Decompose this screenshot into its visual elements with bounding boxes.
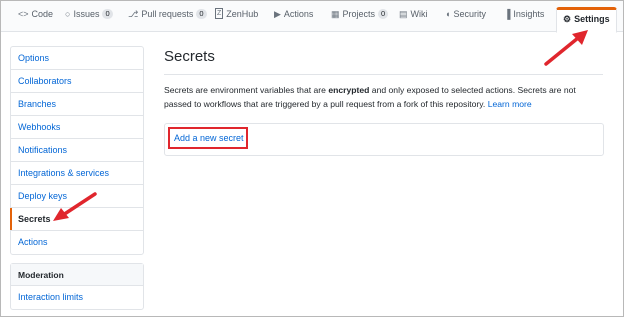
tab-zenhub[interactable]: Z ZenHub: [215, 8, 258, 32]
secrets-description: Secrets are environment variables that a…: [164, 83, 604, 111]
tab-actions[interactable]: ▶ Actions: [274, 8, 313, 32]
tab-zenhub-label: ZenHub: [226, 9, 259, 19]
tab-insights-label: Insights: [513, 9, 545, 19]
settings-sidebar: Options Collaborators Branches Webhooks …: [10, 46, 144, 255]
tab-wiki[interactable]: ▤ Wiki: [399, 8, 428, 32]
issues-icon: ○: [65, 9, 71, 19]
learn-more-link[interactable]: Learn more: [488, 99, 532, 109]
tab-wiki-label: Wiki: [410, 9, 428, 19]
desc-text-1: Secrets are environment variables that a…: [164, 85, 329, 95]
sidebar-item-integrations[interactable]: Integrations & services: [11, 162, 143, 185]
moderation-sidebar: Moderation Interaction limits: [10, 263, 144, 310]
tab-issues-count: 0: [102, 9, 113, 19]
tab-projects[interactable]: ▦ Projects 0: [331, 8, 389, 32]
sidebar-item-actions[interactable]: Actions: [11, 231, 143, 254]
security-icon: ◖: [445, 9, 451, 19]
annotation-arrow-settings-icon: [544, 30, 588, 66]
sidebar-item-webhooks[interactable]: Webhooks: [11, 116, 143, 139]
desc-bold: encrypted: [328, 85, 370, 95]
tab-pull-requests-count: 0: [196, 9, 207, 19]
sidebar-item-options[interactable]: Options: [11, 47, 143, 70]
tab-security[interactable]: ◖ Security: [445, 8, 486, 32]
title-divider: [164, 74, 603, 75]
actions-icon: ▶: [274, 9, 281, 19]
code-icon: <>: [18, 9, 29, 19]
wiki-icon: ▤: [399, 9, 408, 19]
repo-nav-tabs: <> Code ○ Issues 0 ⎇ Pull requests 0 Z Z…: [1, 1, 623, 33]
tab-issues[interactable]: ○ Issues 0: [65, 8, 113, 32]
annotation-arrow-secrets-icon: [53, 192, 97, 221]
sidebar-item-branches[interactable]: Branches: [11, 93, 143, 116]
tab-code-label: Code: [31, 9, 54, 19]
tab-security-label: Security: [453, 9, 486, 19]
tab-issues-label: Issues: [73, 9, 100, 19]
pull-request-icon: ⎇: [128, 9, 139, 19]
tab-code[interactable]: <> Code: [18, 8, 53, 32]
moderation-heading: Moderation: [11, 264, 143, 286]
tab-projects-count: 0: [378, 9, 389, 19]
tab-projects-label: Projects: [342, 9, 376, 19]
insights-icon: ▐: [504, 9, 511, 19]
sidebar-item-notifications[interactable]: Notifications: [11, 139, 143, 162]
page-title: Secrets: [164, 48, 215, 65]
tab-actions-label: Actions: [283, 9, 314, 19]
sidebar-item-interaction-limits[interactable]: Interaction limits: [11, 286, 143, 309]
projects-icon: ▦: [331, 9, 340, 19]
gear-icon: ⚙: [563, 14, 572, 24]
tab-pull-requests[interactable]: ⎇ Pull requests 0: [128, 8, 207, 32]
tab-pull-requests-label: Pull requests: [141, 9, 194, 19]
tab-insights[interactable]: ▐ Insights: [504, 8, 544, 32]
add-new-secret-link[interactable]: Add a new secret: [168, 127, 248, 149]
tab-settings-label: Settings: [574, 14, 610, 24]
zenhub-icon: Z: [215, 8, 224, 19]
sidebar-item-collaborators[interactable]: Collaborators: [11, 70, 143, 93]
